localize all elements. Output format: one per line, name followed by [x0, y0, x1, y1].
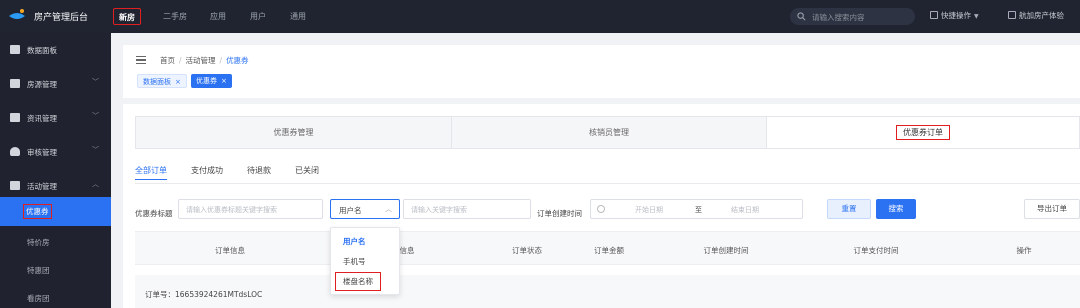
clock-icon	[597, 205, 605, 213]
breadcrumb-activities[interactable]: 活动管理	[186, 56, 216, 65]
search-icon	[797, 12, 806, 21]
sidebar-item-label: 房源管理	[27, 80, 57, 89]
coupon-title-input[interactable]: 请输入优惠券标题关键字搜索	[178, 199, 323, 219]
company-label: 航加房产体验	[1019, 11, 1064, 20]
tab-all-orders[interactable]: 全部订单	[135, 165, 167, 180]
range-separator: 至	[695, 206, 702, 214]
sidebar-item-review[interactable]: 审核管理 ﹀	[0, 135, 111, 169]
user-field-select[interactable]: 用户名 ︿	[330, 199, 400, 219]
chevron-up-icon: ︿	[385, 205, 392, 213]
sidebar-subitem-viewing-tour[interactable]: 看房团	[0, 283, 111, 308]
user-field-dropdown: 用户名 手机号 楼盘名称	[330, 227, 400, 295]
chevron-down-icon: ﹀	[92, 146, 99, 154]
tab-tag-dashboard[interactable]: 数据面板 ×	[137, 74, 187, 88]
order-number: 订单号：16653924261MTdsLOC	[145, 290, 263, 299]
tag-label: 优惠券	[196, 77, 217, 85]
table-row: 订单号：16653924261MTdsLOC	[135, 275, 1080, 308]
sidebar-item-listings[interactable]: 房源管理 ﹀	[0, 67, 111, 101]
tab-coupon-orders[interactable]: 优惠券订单	[767, 117, 1079, 148]
sidebar-item-label: 活动管理	[27, 182, 57, 191]
column-order-amount: 订单金额	[594, 246, 624, 255]
global-search[interactable]: 请输入搜索内容	[790, 8, 915, 25]
breadcrumb-home[interactable]: 首页	[160, 56, 175, 65]
company-menu[interactable]: 航加房产体验	[1008, 10, 1064, 21]
top-bar: 房产管理后台 新房 二手房 应用 用户 通用 请输入搜索内容 快捷操作 ▼ 航加房…	[0, 0, 1080, 33]
quick-actions-icon	[930, 11, 938, 19]
dropdown-option-project-name[interactable]: 楼盘名称	[335, 272, 381, 291]
logo-icon	[9, 9, 25, 19]
column-actions: 操作	[1016, 246, 1032, 255]
gift-icon	[10, 181, 20, 190]
sidebar-subitem-label: 特惠团	[27, 266, 50, 275]
column-order-status: 订单状态	[512, 246, 542, 255]
sidebar-subitem-group-deal[interactable]: 特惠团	[0, 255, 111, 284]
user-field-value: 用户名	[339, 206, 362, 215]
sidebar-subitem-label: 特价房	[27, 238, 50, 247]
quick-actions-label: 快捷操作	[941, 11, 971, 20]
sidebar: 数据面板 房源管理 ﹀ 资讯管理 ﹀ 审核管理 ﹀ 活动管理 ︿ 优惠券 特价房…	[0, 33, 111, 308]
close-icon[interactable]: ×	[175, 78, 181, 86]
dropdown-option-username[interactable]: 用户名	[343, 236, 366, 247]
column-order-info: 订单信息	[215, 246, 245, 255]
topnav-new-house[interactable]: 新房	[113, 8, 141, 25]
building-icon	[10, 79, 20, 88]
sidebar-subitem-label: 优惠券	[23, 204, 52, 219]
topnav-apps[interactable]: 应用	[210, 8, 226, 25]
table-header: 订单信息 信息 订单状态 订单金额 订单创建时间 订单支付时间 操作	[135, 231, 1080, 265]
date-range-picker[interactable]: 开始日期 至 结束日期	[590, 199, 803, 219]
topnav-general[interactable]: 通用	[290, 8, 306, 25]
column-created-time: 订单创建时间	[703, 246, 749, 255]
coupon-title-placeholder: 请输入优惠券标题关键字搜索	[186, 206, 277, 214]
segment-tabs: 优惠券管理 核销员管理 优惠券订单	[135, 116, 1080, 149]
tab-coupon-orders-label: 优惠券订单	[896, 125, 950, 140]
sidebar-subitem-label: 看房团	[27, 294, 50, 303]
chevron-down-icon: ▼	[974, 13, 979, 20]
sidebar-item-dashboard[interactable]: 数据面板	[0, 33, 111, 67]
chart-icon	[10, 45, 20, 54]
coupon-title-label: 优惠券标题	[135, 209, 173, 218]
column-paid-time: 订单支付时间	[853, 246, 899, 255]
tab-divider	[135, 183, 1080, 184]
topnav-users[interactable]: 用户	[250, 8, 266, 25]
sidebar-subitem-coupons[interactable]: 优惠券	[0, 197, 111, 226]
tab-verifier-management[interactable]: 核销员管理	[452, 117, 767, 148]
created-time-label: 订单创建时间	[537, 209, 582, 218]
topnav-second-hand[interactable]: 二手房	[163, 8, 187, 25]
news-icon	[10, 113, 20, 122]
quick-actions-menu[interactable]: 快捷操作 ▼	[930, 10, 979, 21]
company-icon	[1008, 11, 1016, 19]
end-date-placeholder: 结束日期	[731, 206, 759, 214]
tab-closed[interactable]: 已关闭	[295, 165, 319, 176]
chevron-down-icon: ﹀	[92, 112, 99, 120]
reset-button[interactable]: 重置	[827, 199, 871, 219]
tab-pending-refund[interactable]: 待退款	[247, 165, 271, 176]
sidebar-item-news[interactable]: 资讯管理 ﹀	[0, 101, 111, 135]
tag-label: 数据面板	[143, 78, 171, 86]
search-button[interactable]: 搜索	[876, 199, 916, 219]
user-icon	[10, 147, 20, 156]
main-panel: 优惠券管理 核销员管理 优惠券订单 全部订单 支付成功 待退款 已关闭 优惠券标…	[123, 104, 1080, 308]
search-placeholder: 请输入搜索内容	[812, 13, 865, 22]
sidebar-item-label: 数据面板	[27, 46, 57, 55]
tab-paid[interactable]: 支付成功	[191, 165, 223, 176]
chevron-down-icon: ﹀	[92, 78, 99, 86]
breadcrumb-panel: 首页 / 活动管理 / 优惠券 数据面板 × 优惠券 ×	[123, 45, 1080, 98]
close-icon[interactable]: ×	[221, 77, 227, 85]
keyword-input[interactable]: 请输入关键字搜索	[403, 199, 531, 219]
keyword-placeholder: 请输入关键字搜索	[411, 206, 467, 214]
sidebar-item-label: 审核管理	[27, 148, 57, 157]
menu-toggle-icon[interactable]	[136, 56, 146, 64]
breadcrumb-current: 优惠券	[226, 56, 249, 65]
breadcrumb: 首页 / 活动管理 / 优惠券	[160, 56, 249, 65]
tab-coupon-management[interactable]: 优惠券管理	[136, 117, 452, 148]
app-title: 房产管理后台	[34, 13, 89, 23]
column-info: 信息	[399, 246, 415, 255]
chevron-up-icon: ︿	[92, 180, 99, 188]
start-date-placeholder: 开始日期	[635, 206, 663, 214]
sidebar-item-label: 资讯管理	[27, 114, 57, 123]
sidebar-subitem-special-price[interactable]: 特价房	[0, 227, 111, 256]
tab-tag-coupons[interactable]: 优惠券 ×	[191, 74, 232, 88]
export-orders-button[interactable]: 导出订单	[1024, 199, 1080, 219]
dropdown-option-phone[interactable]: 手机号	[343, 256, 366, 267]
